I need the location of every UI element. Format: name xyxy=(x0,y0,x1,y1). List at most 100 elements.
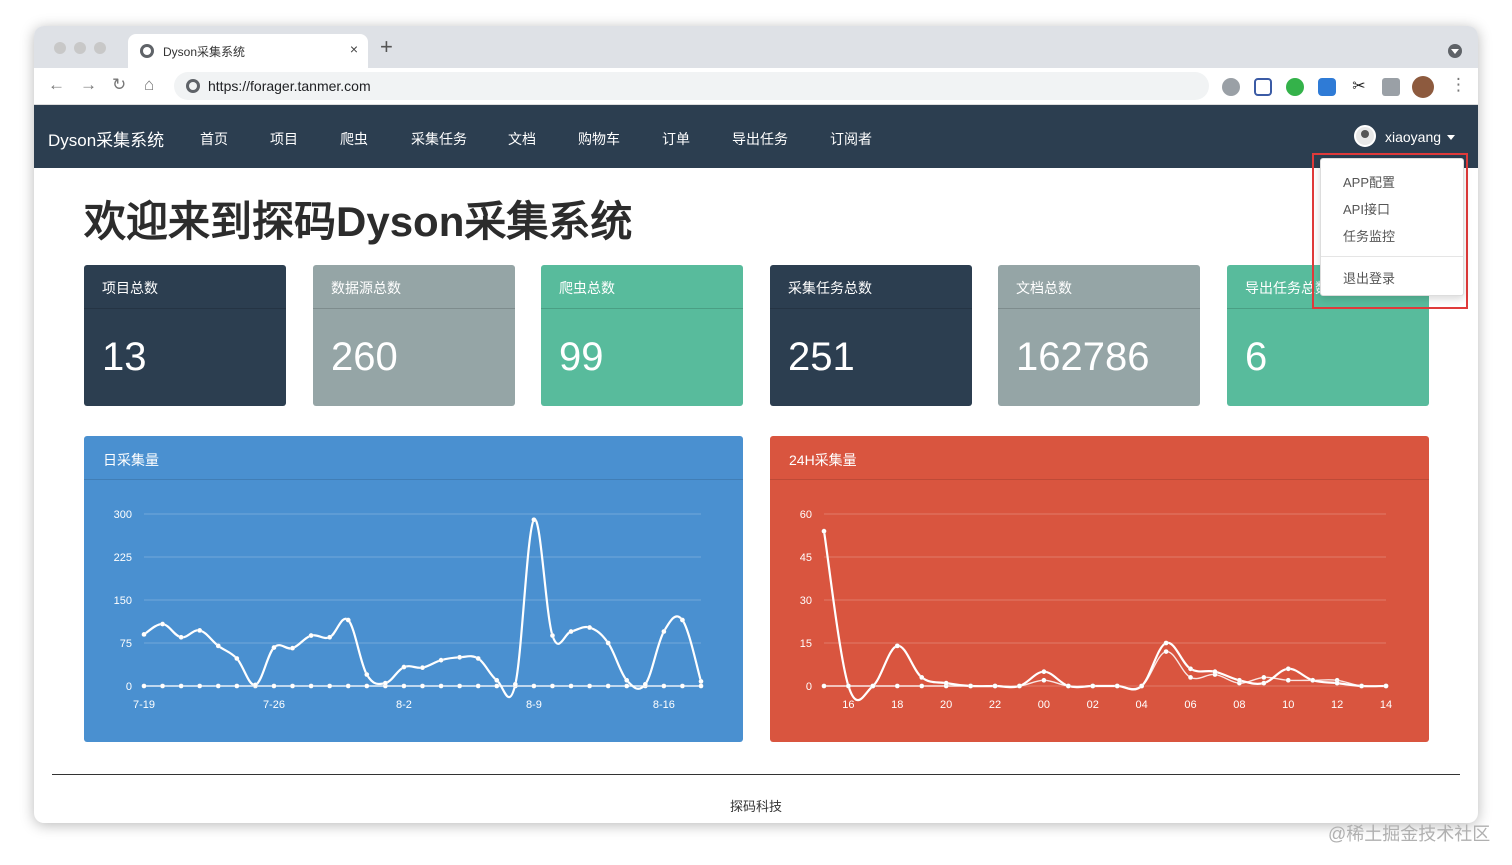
card-label: 项目总数 xyxy=(102,280,158,296)
back-button[interactable]: ← xyxy=(48,75,65,95)
user-dropdown-menu: APP配置 API接口 任务监控 退出登录 xyxy=(1320,158,1464,296)
nav-item-crawlers[interactable]: 爬虫 xyxy=(340,129,368,149)
menu-item-api[interactable]: API接口 xyxy=(1343,199,1390,218)
y-tick-label: 300 xyxy=(114,509,132,521)
extensions-puzzle-icon[interactable] xyxy=(1382,78,1400,96)
data-point xyxy=(215,683,221,689)
data-point xyxy=(1310,677,1316,683)
browser-menu-icon[interactable]: ⋮ xyxy=(1450,75,1467,95)
reload-button[interactable]: ↻ xyxy=(112,75,126,95)
card-header: 爬虫总数 xyxy=(541,265,743,309)
extension-globe-icon[interactable] xyxy=(1222,78,1240,96)
watermark: @稀土掘金技术社区 xyxy=(1328,824,1491,844)
app-navbar: Dyson采集系统 首页 项目 爬虫 采集任务 文档 购物车 订单 导出任务 订… xyxy=(34,105,1478,168)
data-point xyxy=(364,683,370,689)
chart-header: 24H采集量 xyxy=(770,436,1429,480)
menu-item-task-monitor[interactable]: 任务监控 xyxy=(1343,226,1395,245)
close-icon[interactable]: × xyxy=(350,41,358,57)
x-tick-label: 8-16 xyxy=(653,699,675,711)
nav-item-cart[interactable]: 购物车 xyxy=(578,129,620,149)
data-point xyxy=(234,655,240,662)
data-point xyxy=(992,683,998,689)
x-tick-label: 20 xyxy=(940,699,952,711)
data-point xyxy=(327,634,333,640)
extension-s-icon[interactable] xyxy=(1318,78,1336,96)
footer-divider xyxy=(52,774,1460,775)
y-tick-label: 75 xyxy=(120,638,132,650)
x-tick-label: 10 xyxy=(1282,699,1294,711)
data-point xyxy=(870,683,876,689)
card-value: 13 xyxy=(102,335,147,379)
nav-item-home[interactable]: 首页 xyxy=(200,129,228,149)
data-point xyxy=(401,683,407,689)
card-header: 采集任务总数 xyxy=(770,265,972,309)
home-button[interactable]: ⌂ xyxy=(144,75,154,95)
data-point xyxy=(1041,669,1047,675)
nav-item-projects[interactable]: 项目 xyxy=(270,129,298,149)
menu-item-app-config[interactable]: APP配置 xyxy=(1343,172,1395,191)
forward-button[interactable]: → xyxy=(80,75,97,95)
data-point xyxy=(494,683,500,689)
data-point xyxy=(438,683,444,689)
data-point xyxy=(1139,683,1145,689)
x-tick-label: 7-26 xyxy=(263,699,285,711)
profile-avatar[interactable] xyxy=(1412,76,1434,98)
tab-search-icon[interactable] xyxy=(1448,44,1462,58)
data-point xyxy=(919,683,925,689)
data-point xyxy=(531,517,537,523)
data-point xyxy=(159,683,166,689)
user-menu-toggle[interactable]: xiaoyang xyxy=(1385,129,1441,145)
data-point xyxy=(215,643,221,649)
nav-item-orders[interactable]: 订单 xyxy=(662,129,690,149)
data-point xyxy=(308,683,314,689)
globe-icon xyxy=(140,44,154,58)
data-point xyxy=(698,683,704,689)
extension-check-icon[interactable] xyxy=(1286,78,1304,96)
data-point xyxy=(345,617,351,623)
data-point xyxy=(234,683,240,689)
zoom-window-dot[interactable] xyxy=(94,42,106,54)
stat-card-datasources: 数据源总数 260 xyxy=(313,265,515,406)
data-point xyxy=(141,683,147,689)
browser-toolbar: ← → ↻ ⌂ https://forager.tanmer.com ✂ ⋮ xyxy=(34,68,1478,105)
tab-title: Dyson采集系统 xyxy=(163,45,246,59)
card-value: 6 xyxy=(1245,335,1268,379)
data-point xyxy=(1016,683,1023,689)
close-window-dot[interactable] xyxy=(54,42,66,54)
site-info-icon[interactable] xyxy=(186,79,200,93)
nav-item-tasks[interactable]: 采集任务 xyxy=(411,129,467,149)
nav-item-exports[interactable]: 导出任务 xyxy=(732,129,788,149)
x-tick-label: 12 xyxy=(1331,699,1343,711)
card-header: 项目总数 xyxy=(84,265,286,309)
caret-down-icon[interactable] xyxy=(1447,135,1455,140)
card-label: 文档总数 xyxy=(1016,280,1072,296)
data-point xyxy=(1163,640,1169,646)
extension-scissors-icon[interactable]: ✂ xyxy=(1350,78,1368,96)
data-point xyxy=(438,657,444,663)
data-point xyxy=(382,680,389,686)
url-text[interactable]: https://forager.tanmer.com xyxy=(208,78,371,94)
data-point xyxy=(605,640,611,646)
minimize-window-dot[interactable] xyxy=(74,42,86,54)
browser-tab[interactable]: Dyson采集系统 × xyxy=(128,34,368,68)
stat-card-projects: 项目总数 13 xyxy=(84,265,286,406)
data-point xyxy=(1358,683,1365,689)
nav-item-subscribers[interactable]: 订阅者 xyxy=(830,129,872,149)
data-point xyxy=(1187,674,1194,681)
data-point xyxy=(586,683,593,689)
data-point xyxy=(289,645,296,651)
data-point xyxy=(698,678,704,685)
nav-item-documents[interactable]: 文档 xyxy=(508,129,536,149)
menu-item-logout[interactable]: 退出登录 xyxy=(1343,268,1395,287)
brand-link[interactable]: Dyson采集系统 xyxy=(48,126,164,151)
user-avatar[interactable] xyxy=(1354,125,1376,147)
x-tick-label: 8-2 xyxy=(396,699,412,711)
data-point xyxy=(605,683,611,689)
new-tab-button[interactable]: + xyxy=(380,36,393,58)
data-point xyxy=(679,683,686,689)
data-point xyxy=(549,683,556,689)
footer-text: 探码科技 xyxy=(729,799,782,814)
address-bar[interactable]: https://forager.tanmer.com xyxy=(174,72,1209,100)
extension-window-icon[interactable] xyxy=(1254,78,1272,96)
data-point xyxy=(894,643,900,649)
